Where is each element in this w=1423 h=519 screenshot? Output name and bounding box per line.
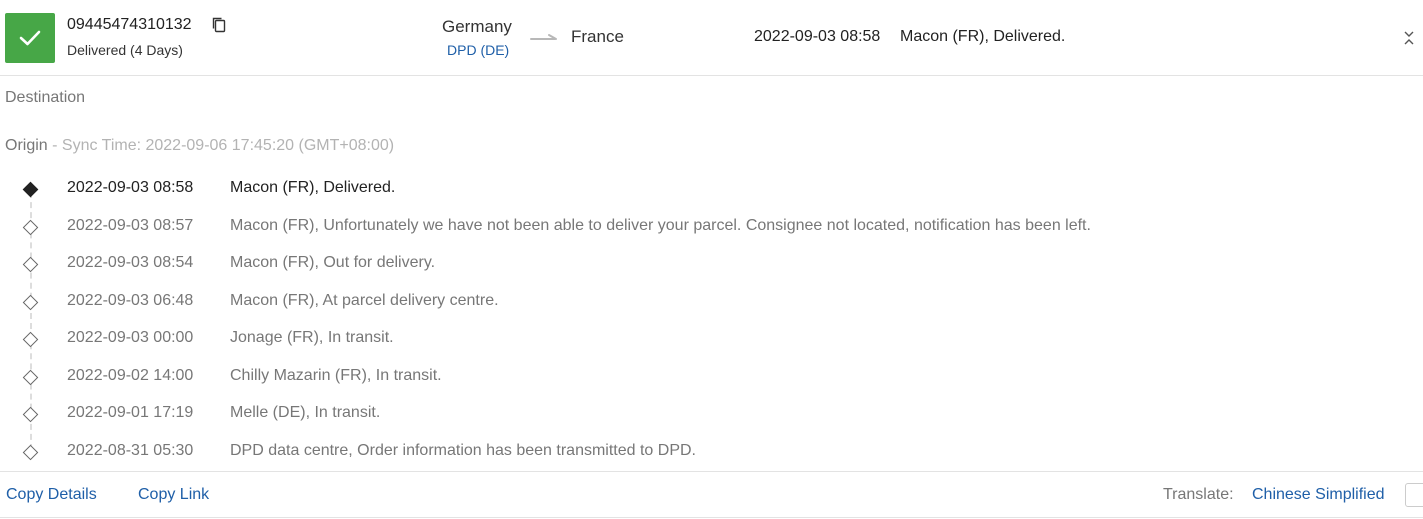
tracking-number: 09445474310132	[67, 16, 192, 33]
event-description: Macon (FR), Out for delivery.	[230, 254, 436, 271]
copy-icon[interactable]	[211, 16, 227, 34]
diamond-icon	[22, 406, 39, 423]
check-icon	[19, 30, 41, 46]
timeline-event: 2022-09-01 17:19 Melle (DE), In transit.	[0, 404, 1300, 428]
sync-time-text: - Sync Time: 2022-09-06 17:45:20 (GMT+08…	[47, 137, 395, 154]
event-description: Macon (FR), Unfortunately we have not be…	[230, 217, 1091, 234]
timeline-event: 2022-09-03 08:54 Macon (FR), Out for del…	[0, 254, 1300, 278]
diamond-icon	[22, 331, 39, 348]
timeline-event: 2022-08-31 05:30 DPD data centre, Order …	[0, 442, 1300, 466]
event-time: 2022-09-03 08:57	[67, 217, 194, 234]
translate-label: Translate:	[1163, 486, 1234, 503]
origin-country: Germany	[442, 17, 512, 36]
event-description: DPD data centre, Order information has b…	[230, 442, 696, 459]
origin-sync-line: Origin - Sync Time: 2022-09-06 17:45:20 …	[5, 137, 394, 155]
carrier-link[interactable]: DPD (DE)	[447, 42, 509, 58]
diamond-icon	[22, 256, 39, 273]
destination-section-label: Destination	[5, 89, 86, 106]
latest-event-description: Macon (FR), Delivered.	[900, 28, 1066, 45]
event-description: Melle (DE), In transit.	[230, 404, 381, 421]
translate-button[interactable]	[1405, 483, 1423, 507]
event-time: 2022-08-31 05:30	[67, 442, 194, 459]
tracking-footer: Copy Details Copy Link Translate: Chines…	[0, 471, 1423, 518]
destination-country: France	[571, 27, 624, 46]
timeline-event: 2022-09-03 08:58 Macon (FR), Delivered.	[0, 179, 1300, 203]
timeline-event: 2022-09-02 14:00 Chilly Mazarin (FR), In…	[0, 367, 1300, 391]
event-description: Chilly Mazarin (FR), In transit.	[230, 367, 442, 384]
event-time: 2022-09-03 08:58	[67, 179, 194, 196]
timeline-event: 2022-09-03 06:48 Macon (FR), At parcel d…	[0, 292, 1300, 316]
translate-language-select[interactable]: Chinese Simplified	[1252, 486, 1385, 504]
event-description: Macon (FR), At parcel delivery centre.	[230, 292, 499, 309]
diamond-icon	[22, 219, 39, 236]
event-time: 2022-09-01 17:19	[67, 404, 194, 421]
expand-icon[interactable]	[1402, 30, 1416, 46]
event-time: 2022-09-03 06:48	[67, 292, 194, 309]
latest-event-time: 2022-09-03 08:58	[754, 28, 881, 45]
tracking-header[interactable]: 09445474310132 Delivered (4 Days) German…	[0, 0, 1423, 76]
delivered-status-badge	[5, 13, 55, 63]
filled-diamond-icon	[22, 181, 39, 198]
delivery-status-text: Delivered (4 Days)	[67, 42, 183, 58]
event-time: 2022-09-03 00:00	[67, 329, 194, 346]
timeline-event: 2022-09-03 00:00 Jonage (FR), In transit…	[0, 329, 1300, 353]
copy-link-link[interactable]: Copy Link	[138, 486, 209, 504]
arrow-right-icon	[530, 34, 557, 40]
event-description: Macon (FR), Delivered.	[230, 179, 396, 196]
event-time: 2022-09-02 14:00	[67, 367, 194, 384]
event-description: Jonage (FR), In transit.	[230, 329, 394, 346]
origin-section-label: Origin	[5, 137, 48, 154]
event-time: 2022-09-03 08:54	[67, 254, 194, 271]
diamond-icon	[22, 444, 39, 461]
diamond-icon	[22, 369, 39, 386]
timeline-event: 2022-09-03 08:57 Macon (FR), Unfortunate…	[0, 217, 1300, 241]
copy-details-link[interactable]: Copy Details	[6, 486, 97, 504]
diamond-icon	[22, 294, 39, 311]
